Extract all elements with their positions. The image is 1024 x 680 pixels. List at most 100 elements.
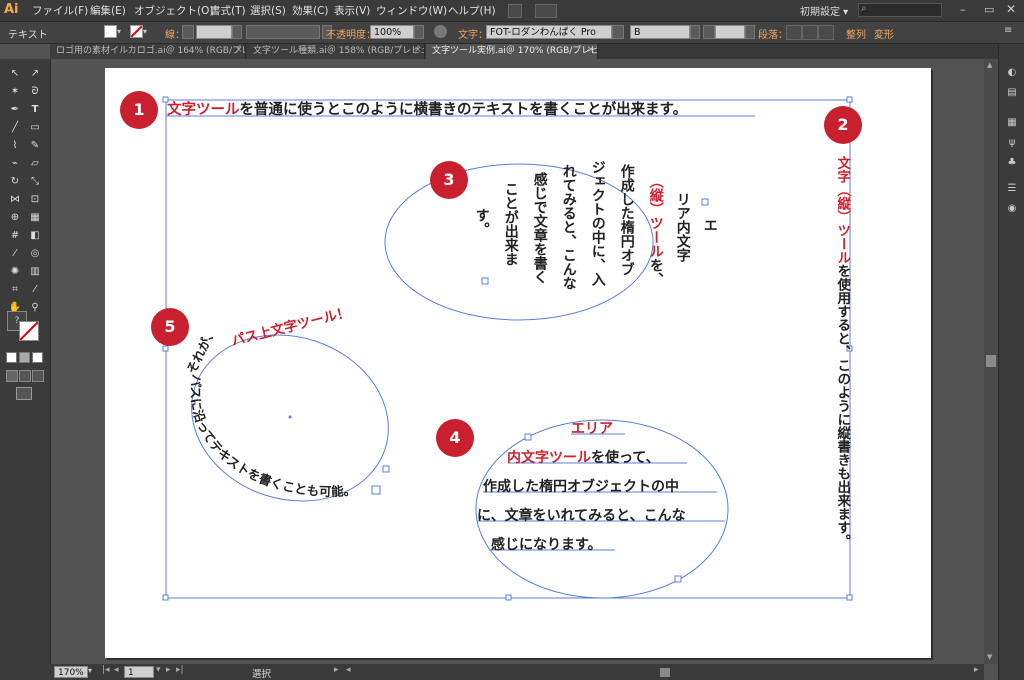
graph-tool-icon[interactable]: ▥ <box>27 265 43 278</box>
font-family-dropdown[interactable] <box>612 25 624 39</box>
color-mode-icon[interactable] <box>6 352 17 363</box>
align-right-icon[interactable] <box>818 25 834 40</box>
recolor-icon[interactable] <box>434 25 447 38</box>
search-field[interactable]: ⌕ <box>858 3 942 17</box>
ellipse-area-vertical[interactable] <box>384 163 654 321</box>
artboard[interactable]: 1 2 3 4 5 文字ツールを普通に使うとこのように横書きのテキストを書くこと… <box>105 68 931 658</box>
workspace-switcher[interactable]: 初期設定 ▾ <box>800 3 848 18</box>
zoom-dropdown-icon[interactable]: ▾ <box>88 666 96 678</box>
status-menu-icon[interactable]: ▸ <box>334 665 339 675</box>
arrange-documents-icon[interactable] <box>535 4 557 18</box>
vertical-type-text[interactable]: 文字（縦）ツールを使用すると、このように縦書きも出来ます。 <box>834 156 850 548</box>
rectangle-tool-icon[interactable]: ▭ <box>27 121 43 134</box>
paintbrush-tool-icon[interactable]: ⌇ <box>7 139 23 152</box>
slice-tool-icon[interactable]: ⁄ <box>27 283 43 296</box>
shape-builder-tool-icon[interactable]: ⊕ <box>7 211 23 224</box>
swatches-panel-icon[interactable]: ▦ <box>1005 116 1019 130</box>
direct-selection-tool-icon[interactable]: ↗ <box>27 67 43 80</box>
anchor-handle[interactable] <box>524 433 532 441</box>
anchor-handle[interactable] <box>846 594 853 601</box>
vertical-scrollbar[interactable]: ▲ ▼ <box>984 59 998 664</box>
vertical-scroll-thumb[interactable] <box>986 355 996 367</box>
width-tool-icon[interactable]: ⋈ <box>7 193 23 206</box>
draw-behind-icon[interactable] <box>19 370 31 382</box>
fill-stroke-swatches[interactable]: ? <box>7 311 43 341</box>
blob-brush-tool-icon[interactable]: ⌁ <box>7 157 23 170</box>
mesh-tool-icon[interactable]: # <box>7 229 23 242</box>
menu-effect[interactable]: 効果(C) <box>292 3 329 18</box>
horizontal-type-text[interactable]: 文字ツールを普通に使うとこのように横書きのテキストを書くことが出来ます。 <box>167 98 687 119</box>
type-tool-icon[interactable]: T <box>27 103 43 116</box>
none-mode-icon[interactable] <box>32 352 43 363</box>
appearance-panel-icon[interactable]: ◉ <box>1005 202 1019 216</box>
first-artboard-icon[interactable]: |◂ <box>102 665 110 675</box>
scroll-left-icon[interactable]: ◂ <box>346 665 351 675</box>
tab-document-2[interactable]: 文字ツール種類.ai＠ 158% (RGB/プレビュー) <box>247 44 425 59</box>
opacity-field[interactable]: 100% <box>370 25 414 39</box>
stroke-dropdown-icon[interactable]: ▾ <box>143 25 151 38</box>
lasso-tool-icon[interactable]: ᘐ <box>27 85 43 98</box>
stroke-swatch[interactable] <box>130 25 143 38</box>
maximize-icon[interactable]: ▭ <box>984 3 994 16</box>
paragraph-label[interactable]: 段落： <box>758 26 788 41</box>
draw-inside-icon[interactable] <box>32 370 44 382</box>
stroke-weight-field[interactable] <box>196 25 232 39</box>
opacity-label[interactable]: 不透明度： <box>326 26 376 41</box>
tab-document-1[interactable]: ロゴ用の素材イルカロゴ.ai＠ 164% (RGB/プレビュー) <box>50 44 246 59</box>
draw-normal-icon[interactable] <box>6 370 18 382</box>
artboard-dropdown-icon[interactable]: ▾ <box>156 665 161 675</box>
variable-width-profile[interactable] <box>246 25 320 39</box>
tab-close-icon[interactable]: × <box>414 45 422 55</box>
menu-object[interactable]: オブジェクト(O) <box>134 3 213 18</box>
next-artboard-icon[interactable]: ▸ <box>166 665 171 675</box>
menu-window[interactable]: ウィンドウ(W) <box>376 3 447 18</box>
menu-view[interactable]: 表示(V) <box>334 3 370 18</box>
prev-artboard-icon[interactable]: ◂ <box>114 665 119 675</box>
anchor-handle[interactable] <box>162 594 169 601</box>
anchor-handle[interactable] <box>481 277 489 285</box>
color-panel-icon[interactable]: ◐ <box>1005 66 1019 80</box>
gradient-mode-icon[interactable] <box>19 352 30 363</box>
font-size-field[interactable] <box>715 25 745 39</box>
pencil-tool-icon[interactable]: ✎ <box>27 139 43 152</box>
opacity-dropdown[interactable] <box>414 25 424 39</box>
align-panel-link[interactable]: 整列 <box>846 26 866 41</box>
font-size-dropdown[interactable] <box>745 25 755 39</box>
anchor-handle[interactable] <box>674 575 682 583</box>
rotate-tool-icon[interactable]: ↻ <box>7 175 23 188</box>
tab-close-icon[interactable]: × <box>587 45 595 55</box>
horizontal-scroll-thumb[interactable] <box>660 668 670 677</box>
scroll-up-icon[interactable]: ▲ <box>987 61 992 69</box>
artboard-tool-icon[interactable]: ⌗ <box>7 283 23 296</box>
magic-wand-tool-icon[interactable]: ✶ <box>7 85 23 98</box>
symbols-panel-icon[interactable]: ♣ <box>1005 156 1019 170</box>
character-label[interactable]: 文字： <box>458 26 488 41</box>
artboard-number-field[interactable]: 1 <box>124 666 154 678</box>
minimize-icon[interactable]: – <box>960 3 966 16</box>
stroke-panel-icon[interactable]: ☰ <box>1005 182 1019 196</box>
menu-help[interactable]: ヘルプ(H) <box>448 3 496 18</box>
menu-select[interactable]: 選択(S) <box>250 3 286 18</box>
selection-tool-icon[interactable]: ↖ <box>7 67 23 80</box>
bridge-icon[interactable] <box>508 4 522 18</box>
line-tool-icon[interactable]: ╱ <box>7 121 23 134</box>
font-style-dropdown[interactable] <box>690 25 700 39</box>
font-family-field[interactable]: FOT-ロダンわんぱく Pro <box>486 25 612 39</box>
anchor-handle[interactable] <box>846 96 853 103</box>
zoom-field[interactable]: 170% <box>54 666 88 678</box>
align-left-icon[interactable] <box>786 25 802 40</box>
menu-edit[interactable]: 編集(E) <box>90 3 126 18</box>
eyedropper-tool-icon[interactable]: ⁄ <box>7 247 23 260</box>
pen-tool-icon[interactable]: ✒ <box>7 103 23 116</box>
free-transform-tool-icon[interactable]: ⊡ <box>27 193 43 206</box>
symbol-sprayer-tool-icon[interactable]: ✺ <box>7 265 23 278</box>
font-size-stepper[interactable] <box>703 25 715 39</box>
screen-mode-icon[interactable] <box>16 387 32 400</box>
perspective-grid-tool-icon[interactable]: ▦ <box>27 211 43 224</box>
fill-swatch[interactable] <box>104 25 117 38</box>
blend-tool-icon[interactable]: ◎ <box>27 247 43 260</box>
control-bar-menu-icon[interactable]: ≡ <box>1004 25 1012 36</box>
stroke-weight-dropdown[interactable] <box>232 25 242 39</box>
stroke-swatch-tool[interactable] <box>19 321 39 341</box>
eraser-tool-icon[interactable]: ▱ <box>27 157 43 170</box>
